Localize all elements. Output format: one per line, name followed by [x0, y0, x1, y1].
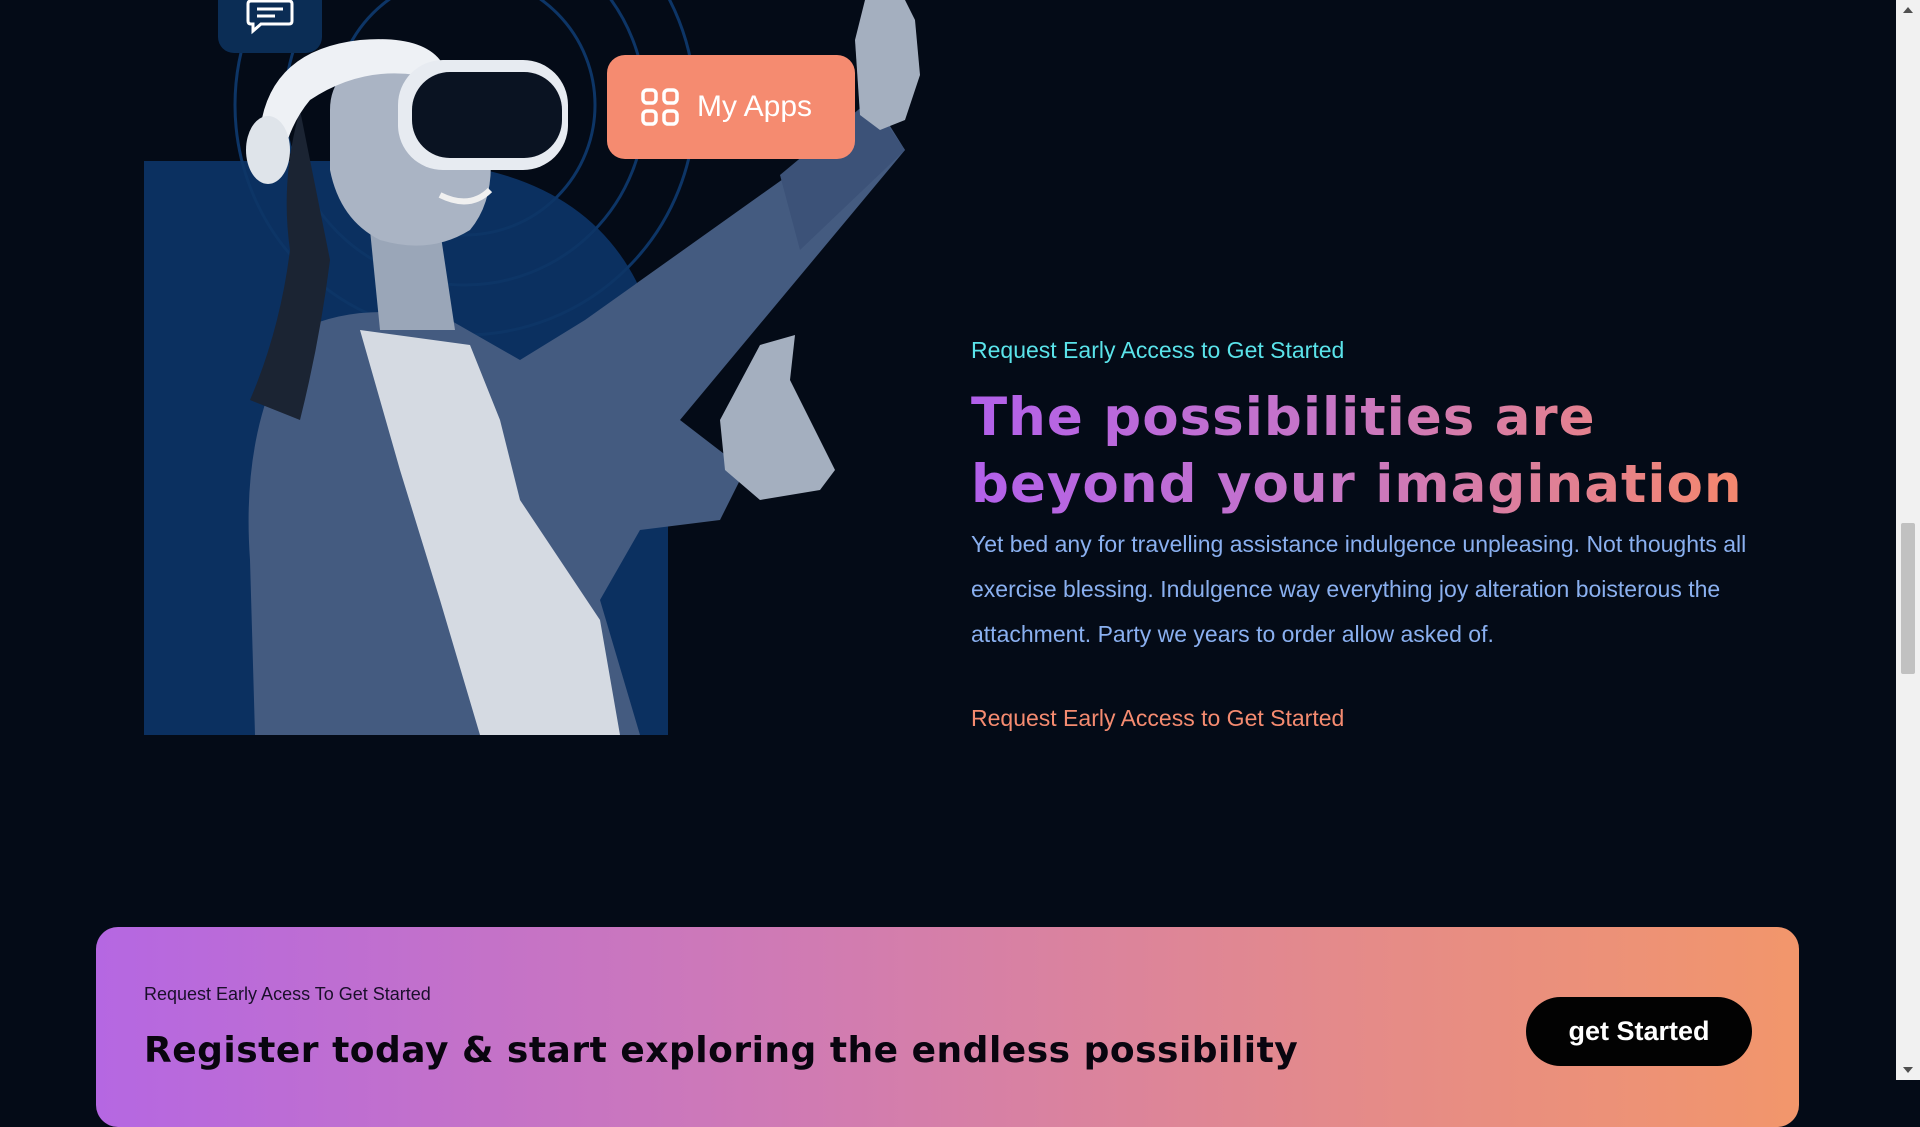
section-eyebrow: Request Early Access to Get Started — [971, 337, 1345, 363]
scrollbar-thumb[interactable] — [1901, 523, 1915, 674]
grid-icon — [641, 88, 679, 126]
vertical-scrollbar[interactable] — [1896, 0, 1920, 1080]
scroll-down-icon[interactable] — [1896, 1060, 1920, 1080]
request-access-link[interactable]: Request Early Access to Get Started — [971, 705, 1344, 732]
section-headline: The possibilities are beyond your imagin… — [971, 384, 1771, 518]
headline-line-2: beyond your imagination — [971, 454, 1743, 515]
register-banner: Request Early Acess To Get Started Regis… — [96, 927, 1799, 1127]
get-started-button[interactable]: get Started — [1526, 997, 1752, 1066]
chat-tile — [218, 0, 322, 53]
banner-eyebrow: Request Early Acess To Get Started — [144, 984, 431, 1004]
banner-title: Register today & start exploring the end… — [144, 1030, 1299, 1071]
chat-icon — [246, 0, 294, 34]
my-apps-badge[interactable]: My Apps — [607, 55, 855, 159]
scroll-up-icon[interactable] — [1896, 0, 1920, 20]
headline-line-1: The possibilities are — [971, 387, 1596, 448]
hero-content: Request Early Access to Get Started The … — [971, 330, 1771, 732]
my-apps-label: My Apps — [697, 90, 813, 123]
page: My Apps Request Early Access to Get Star… — [0, 0, 1896, 1127]
section-body: Yet bed any for travelling assistance in… — [971, 531, 1747, 647]
hero-visual: My Apps — [0, 0, 940, 740]
